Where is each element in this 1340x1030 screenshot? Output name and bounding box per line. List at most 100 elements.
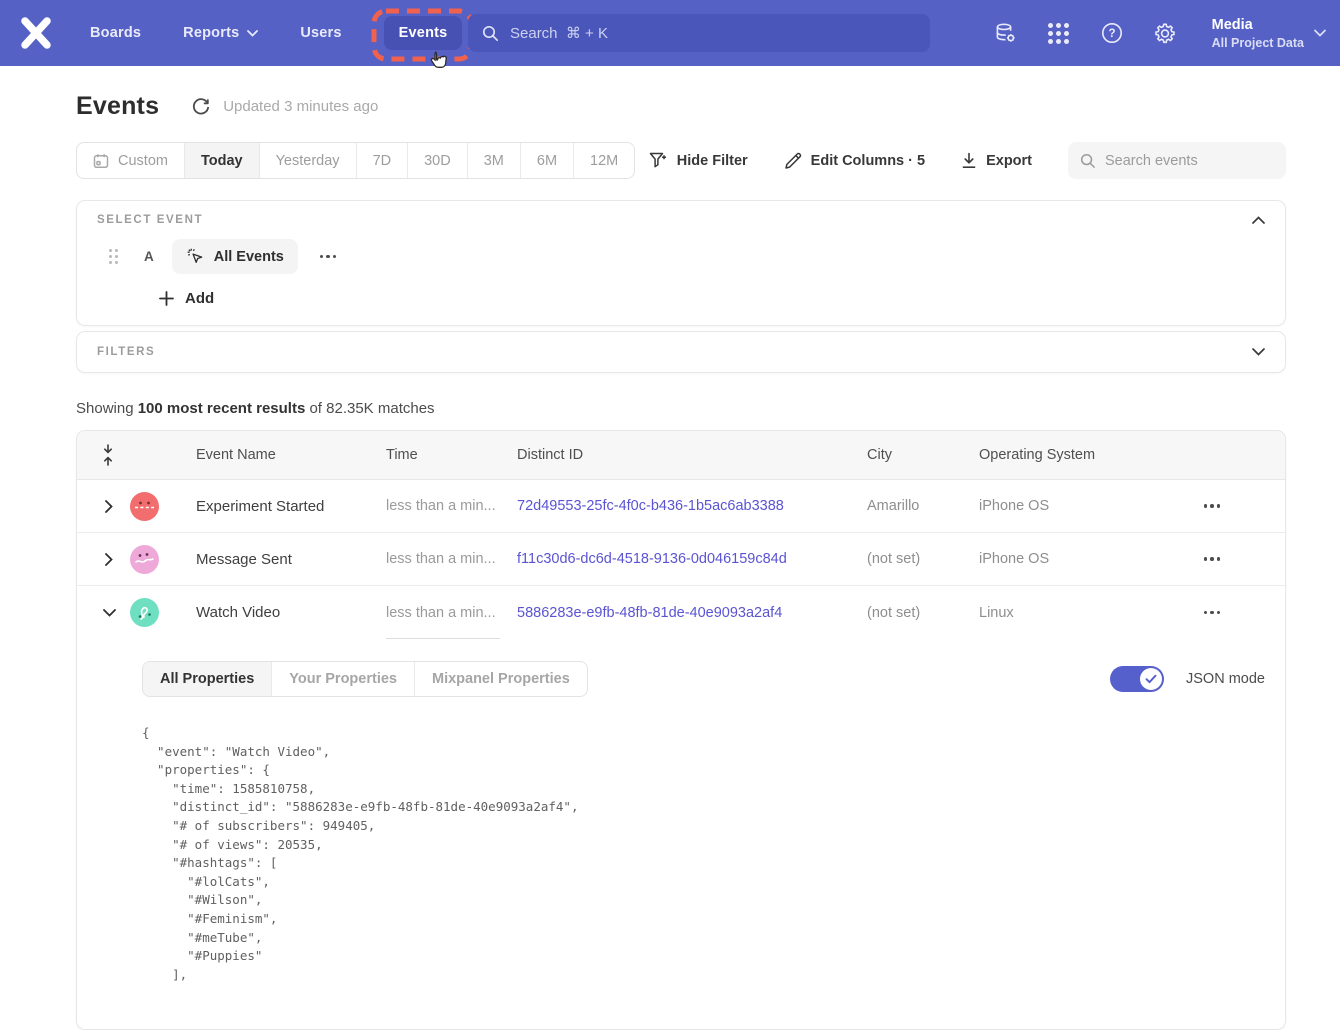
project-picker[interactable]: Media All Project Data [1212,16,1332,51]
date-range-label: Custom [118,153,168,169]
cell-distinct-id-link[interactable]: 72d49553-25fc-4f0c-b436-1b5ac6ab3388 [517,498,867,514]
tab-all-properties[interactable]: All Properties [143,662,271,696]
row-actions-button[interactable] [1198,551,1227,567]
refresh-icon[interactable] [191,97,211,117]
filter-funnel-icon [649,152,668,169]
filters-title: FILTERS [97,346,155,358]
column-header-distinct-id[interactable]: Distinct ID [517,447,867,463]
results-count: 100 most recent results [138,400,306,417]
results-summary: Showing 100 most recent results of 82.35… [76,400,435,417]
export-button[interactable]: Export [961,152,1032,169]
event-avatar [130,598,159,627]
settings-gear-icon[interactable] [1153,21,1177,45]
date-range-30d[interactable]: 30D [407,143,467,178]
tab-mixpanel-properties[interactable]: Mixpanel Properties [414,662,587,696]
nav-item-reports[interactable]: Reports [183,16,258,50]
toggle-knob [1140,668,1162,690]
date-range-3m[interactable]: 3M [467,143,520,178]
cell-os: Linux [979,605,1139,621]
column-header-os[interactable]: Operating System [979,447,1139,463]
magic-cursor-icon [186,247,205,266]
select-event-panel: SELECT EVENT A All Events Add [76,200,1286,326]
event-position-label: A [144,249,154,264]
search-events-box[interactable] [1068,142,1286,179]
nav-item-label: Reports [183,25,239,41]
select-event-title: SELECT EVENT [97,214,203,226]
add-event-label: Add [185,290,214,307]
date-range-label: 7D [373,153,392,169]
controls-row: Custom Today Yesterday 7D 30D 3M 6M 12M … [76,142,1286,179]
nav-item-label: Users [300,25,341,41]
download-icon [961,152,977,169]
pencil-icon [784,152,802,170]
results-suffix: of 82.35K matches [305,400,434,417]
row-expand-button[interactable] [101,551,117,567]
date-range-label: 3M [484,153,504,169]
event-selector-button[interactable]: All Events [172,239,298,274]
chevron-down-icon [1314,29,1326,37]
date-range-12m[interactable]: 12M [573,143,634,178]
help-icon[interactable]: ? [1100,21,1124,45]
json-mode-toggle[interactable] [1110,666,1164,692]
table-row: Experiment Started less than a min... 72… [77,480,1285,533]
nav-item-events[interactable]: Events [384,16,463,50]
date-range-today[interactable]: Today [184,143,259,178]
date-range-label: 30D [424,153,451,169]
drag-handle[interactable] [109,249,118,264]
tab-your-properties[interactable]: Your Properties [271,662,414,696]
cell-event-name: Watch Video [196,604,386,621]
selected-event-label: All Events [214,249,284,265]
cell-time: less than a min... [386,480,517,532]
table-header-row: Event Name Time Distinct ID City Operati… [77,431,1285,480]
project-name: Media [1212,16,1304,35]
row-collapse-button[interactable] [101,605,117,621]
global-search-input[interactable] [510,25,916,42]
date-range-custom[interactable]: Custom [77,143,184,178]
date-range-yesterday[interactable]: Yesterday [259,143,356,178]
row-actions-button[interactable] [1198,605,1227,621]
nav-item-boards[interactable]: Boards [90,16,141,50]
hide-filter-button[interactable]: Hide Filter [649,152,748,169]
chevron-down-icon[interactable] [1252,348,1265,356]
table-toolbar: Hide Filter Edit Columns · 5 Export [649,142,1286,179]
page-header: Events Updated 3 minutes ago [76,92,378,121]
cell-distinct-id-link[interactable]: f11c30d6-dc6d-4518-9136-0d046159c84d [517,551,867,567]
collapse-all-icon[interactable] [101,444,115,466]
event-avatar [130,492,159,521]
add-event-button[interactable]: Add [159,290,1285,307]
mixpanel-logo-icon[interactable] [20,17,52,49]
column-header-time[interactable]: Time [386,447,517,463]
nav-item-users[interactable]: Users [300,16,341,50]
chevron-up-icon[interactable] [1252,216,1265,224]
column-header-city[interactable]: City [867,447,979,463]
apps-grid-icon[interactable] [1047,21,1071,45]
search-icon [1080,153,1096,169]
search-events-input[interactable] [1105,153,1274,169]
cell-event-name: Experiment Started [196,498,386,515]
cell-event-name: Message Sent [196,551,386,568]
hide-filter-label: Hide Filter [677,153,748,169]
filters-panel[interactable]: FILTERS [76,331,1286,373]
event-more-options-button[interactable] [314,249,343,265]
nav-item-label: Boards [90,25,141,41]
row-actions-button[interactable] [1198,498,1227,514]
date-range-7d[interactable]: 7D [356,143,408,178]
data-management-icon[interactable] [994,21,1018,45]
chevron-down-icon [103,609,116,617]
export-label: Export [986,153,1032,169]
cell-distinct-id-link[interactable]: 5886283e-e9fb-48fb-81de-40e9093a2af4 [517,605,867,621]
date-range-label: Today [201,153,243,169]
check-icon [1145,674,1157,684]
primary-nav: Boards Reports Users Events [90,0,462,66]
updated-timestamp: Updated 3 minutes ago [223,98,378,115]
column-header-event-name[interactable]: Event Name [196,447,386,463]
global-search[interactable] [468,14,930,52]
navbar-right: ? Media All Project Data [994,0,1332,66]
search-icon [482,25,499,42]
row-expand-button[interactable] [101,498,117,514]
cell-time: less than a min... [386,533,517,585]
table-row-expanded: Watch Video less than a min... 5886283e-… [77,586,1285,639]
edit-columns-button[interactable]: Edit Columns · 5 [784,152,925,170]
results-prefix: Showing [76,400,138,417]
date-range-6m[interactable]: 6M [520,143,573,178]
